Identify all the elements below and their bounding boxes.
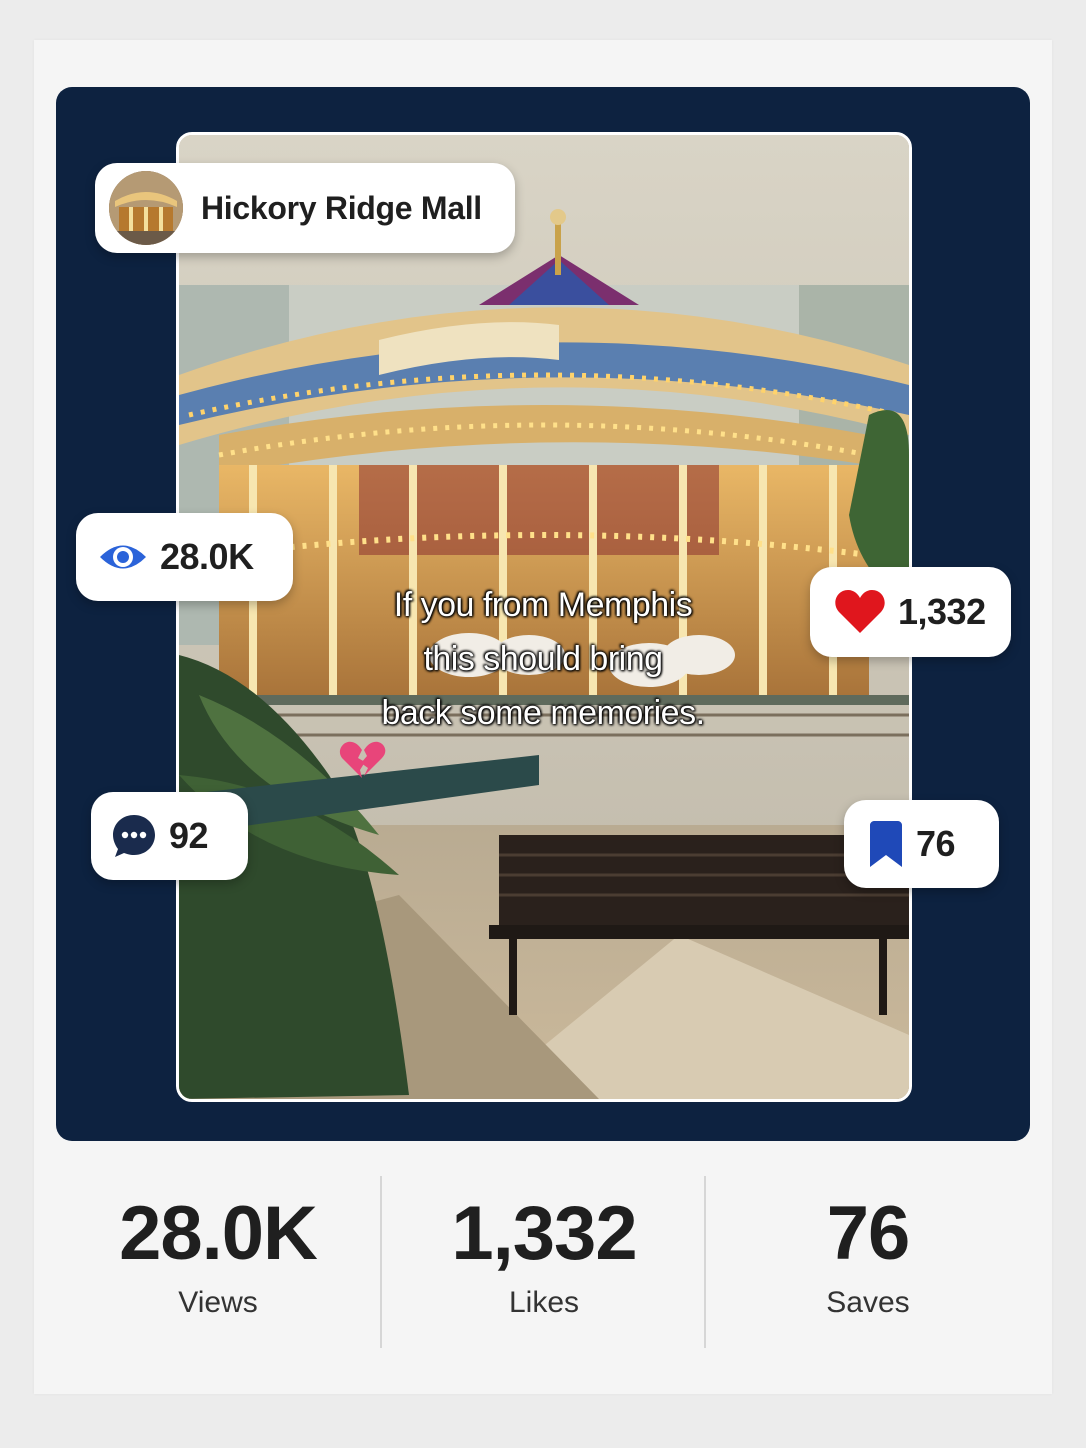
carousel-thumbnail-avatar	[109, 171, 183, 245]
location-badge[interactable]: Hickory Ridge Mall	[95, 163, 515, 253]
saves-badge[interactable]: 76	[844, 800, 999, 888]
location-name: Hickory Ridge Mall	[201, 189, 482, 226]
eye-icon	[100, 545, 146, 569]
broken-heart-emoji	[339, 741, 386, 778]
stat-views-label: Views	[178, 1286, 258, 1319]
comments-count: 92	[169, 815, 209, 856]
views-badge: 28.0K	[76, 513, 293, 601]
views-count: 28.0K	[160, 536, 254, 577]
stat-saves-label: Saves	[826, 1286, 910, 1319]
stat-views-value: 28.0K	[119, 1191, 318, 1276]
bookmark-icon	[870, 821, 902, 867]
stat-likes: 1,332 Likes	[382, 1176, 706, 1348]
comment-bubble-icon	[113, 815, 155, 857]
saves-count: 76	[916, 823, 956, 864]
stat-views: 28.0K Views	[56, 1176, 380, 1348]
heart-icon	[835, 590, 885, 633]
stat-likes-label: Likes	[508, 1286, 580, 1319]
stat-saves-value: 76	[826, 1191, 911, 1276]
stat-saves: 76 Saves	[706, 1176, 1030, 1348]
stat-likes-value: 1,332	[451, 1191, 637, 1276]
caption-line-3: back some memories.	[381, 694, 705, 732]
stats-summary: 28.0K Views 1,332 Likes 76 Saves	[56, 1176, 1030, 1348]
likes-count: 1,332	[898, 591, 986, 632]
comments-badge[interactable]: 92	[91, 792, 248, 880]
likes-badge[interactable]: 1,332	[810, 567, 1011, 657]
